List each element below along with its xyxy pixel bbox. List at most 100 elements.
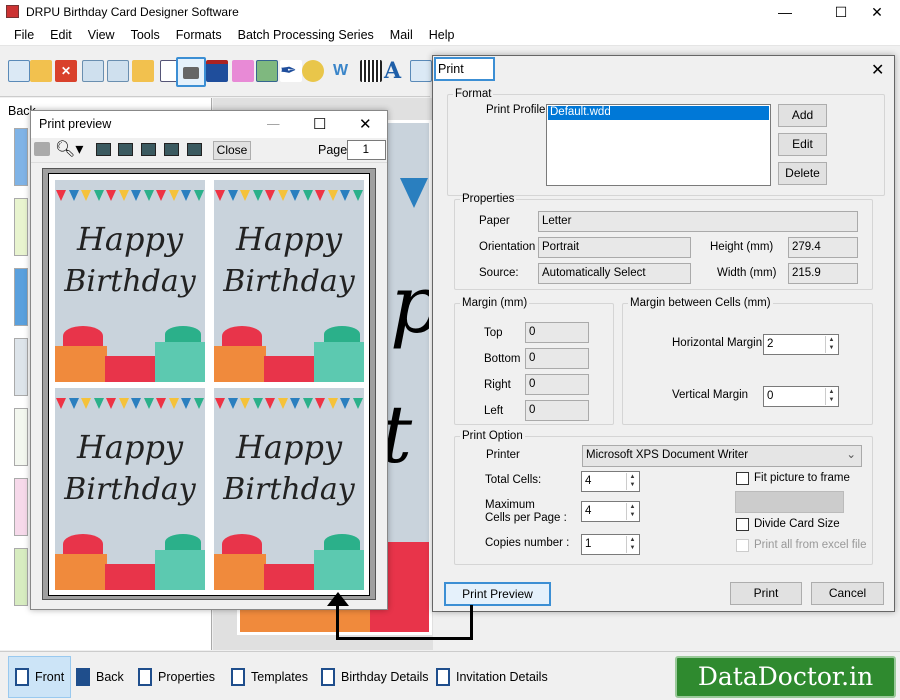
profile-list[interactable]: Default.wdd [546, 104, 771, 186]
delete-button[interactable]: Delete [778, 162, 827, 185]
one-page-icon[interactable] [96, 143, 111, 156]
preview-close-btn[interactable]: Close [213, 141, 251, 160]
background-thumbnail[interactable] [14, 128, 28, 186]
tab-properties[interactable]: Properties [132, 656, 221, 698]
print-preview-button[interactable]: Print Preview [444, 582, 551, 606]
spin-buttons[interactable]: ▲ ▼ [626, 536, 638, 553]
menu-edit[interactable]: Edit [42, 28, 80, 42]
menu-formats[interactable]: Formats [168, 28, 230, 42]
tab-templates[interactable]: Templates [225, 656, 314, 698]
print-icon[interactable] [34, 142, 50, 156]
tab-birthday-details[interactable]: Birthday Details [315, 656, 435, 698]
divide-card-checkbox[interactable] [736, 518, 749, 531]
print-dialog: Print ✕ Format Print Profile Default.wdd… [432, 55, 895, 612]
minimize-button[interactable]: — [762, 0, 808, 24]
two-pages-icon[interactable] [118, 143, 133, 156]
copies-value: 1 [585, 538, 592, 550]
preview-close-button[interactable]: ✕ [359, 111, 372, 138]
gift-box [155, 342, 205, 382]
fit-picture-checkbox[interactable] [736, 472, 749, 485]
document-icon[interactable] [410, 60, 432, 82]
open-icon[interactable] [30, 60, 52, 82]
background-thumbnail[interactable] [14, 478, 28, 536]
print-icon[interactable] [176, 57, 206, 87]
background-thumbnail[interactable] [14, 548, 28, 606]
spin-buttons[interactable]: ▲ ▼ [626, 473, 638, 490]
text-icon[interactable]: A [384, 60, 406, 82]
background-thumbnail[interactable] [14, 268, 28, 326]
tab-invitation-details[interactable]: Invitation Details [430, 656, 554, 698]
tab-front[interactable]: Front [8, 656, 72, 698]
close-file-icon[interactable]: ✕ [55, 60, 77, 82]
pen-icon[interactable]: ✒ [280, 60, 302, 82]
templates-icon [231, 668, 245, 686]
menu-help[interactable]: Help [421, 28, 463, 42]
vertical-margin-label: Vertical Margin [672, 389, 749, 401]
page-input[interactable]: 1 [347, 140, 386, 160]
left-margin-field[interactable]: 0 [525, 400, 589, 421]
add-button[interactable]: Add [778, 104, 827, 127]
edit-button[interactable]: Edit [778, 133, 827, 156]
max-cells-label-line1: Maximum [485, 499, 535, 511]
background-thumbnail[interactable] [14, 338, 28, 396]
wordart-icon[interactable]: W [333, 60, 355, 82]
save-as-icon[interactable] [107, 60, 129, 82]
card-greeting: Birthday [223, 472, 355, 507]
menu-bar: File Edit View Tools Formats Batch Proce… [0, 24, 900, 46]
max-cells-label: Maximum Cells per Page : [485, 499, 567, 525]
preview-toolbar: 🔍︎▾ Close Page 1 [31, 138, 387, 163]
spin-buttons[interactable]: ▲ ▼ [825, 388, 837, 405]
print-preview-window: Print preview — ☐ ✕ 🔍︎▾ Close Page 1 Hap… [30, 110, 388, 610]
print-close-button[interactable]: ✕ [871, 60, 884, 80]
vertical-margin-value: 0 [767, 390, 774, 402]
four-pages-icon[interactable] [164, 143, 179, 156]
background-icon[interactable] [206, 60, 228, 82]
six-pages-icon[interactable] [187, 143, 202, 156]
bottom-margin-field[interactable]: 0 [525, 348, 589, 369]
gift-icon[interactable] [232, 60, 254, 82]
gift-box [324, 326, 360, 342]
new-icon[interactable] [8, 60, 30, 82]
shapes-icon[interactable] [302, 60, 324, 82]
preview-maximize-button[interactable]: ☐ [313, 111, 326, 138]
print-button[interactable]: Print [730, 582, 802, 605]
spin-buttons[interactable]: ▲ ▼ [825, 336, 837, 353]
total-cells-input[interactable]: 4 ▲ ▼ [581, 471, 640, 492]
horizontal-margin-value: 2 [767, 338, 774, 350]
cancel-button[interactable]: Cancel [811, 582, 884, 605]
tab-back[interactable]: Back [70, 656, 130, 698]
background-thumbnail[interactable] [14, 198, 28, 256]
preview-minimize-button[interactable]: — [267, 111, 280, 138]
tab-properties-label: Properties [158, 670, 215, 684]
zoom-icon[interactable]: 🔍︎▾ [55, 139, 83, 159]
print-title: Print [434, 57, 495, 81]
gift-box [63, 326, 103, 346]
menu-tools[interactable]: Tools [123, 28, 168, 42]
printer-select[interactable]: Microsoft XPS Document Writer ⌄ [582, 445, 862, 467]
menu-batch[interactable]: Batch Processing Series [230, 28, 382, 42]
spin-buttons[interactable]: ▲ ▼ [626, 503, 638, 520]
width-label: Width (mm) [717, 267, 777, 279]
close-button[interactable]: ✕ [854, 0, 900, 24]
vertical-margin-input[interactable]: 0 ▲ ▼ [763, 386, 839, 407]
gift-box [324, 534, 360, 550]
top-margin-field[interactable]: 0 [525, 322, 589, 343]
three-pages-icon[interactable] [141, 143, 156, 156]
image-icon[interactable] [256, 60, 278, 82]
menu-mail[interactable]: Mail [382, 28, 421, 42]
save-icon[interactable] [82, 60, 104, 82]
paper-label: Paper [479, 215, 510, 227]
profile-item[interactable]: Default.wdd [548, 106, 769, 120]
divide-card-label: Divide Card Size [754, 518, 840, 530]
menu-view[interactable]: View [80, 28, 123, 42]
background-thumbnail[interactable] [14, 408, 28, 466]
menu-file[interactable]: File [0, 28, 42, 42]
barcode-icon[interactable] [360, 60, 382, 82]
page-label: Page [318, 143, 348, 157]
export-icon[interactable] [132, 60, 154, 82]
toolbar: ✕ ✒ W A [0, 47, 432, 97]
right-margin-field[interactable]: 0 [525, 374, 589, 395]
copies-input[interactable]: 1 ▲ ▼ [581, 534, 640, 555]
max-cells-input[interactable]: 4 ▲ ▼ [581, 501, 640, 522]
horizontal-margin-input[interactable]: 2 ▲ ▼ [763, 334, 839, 355]
